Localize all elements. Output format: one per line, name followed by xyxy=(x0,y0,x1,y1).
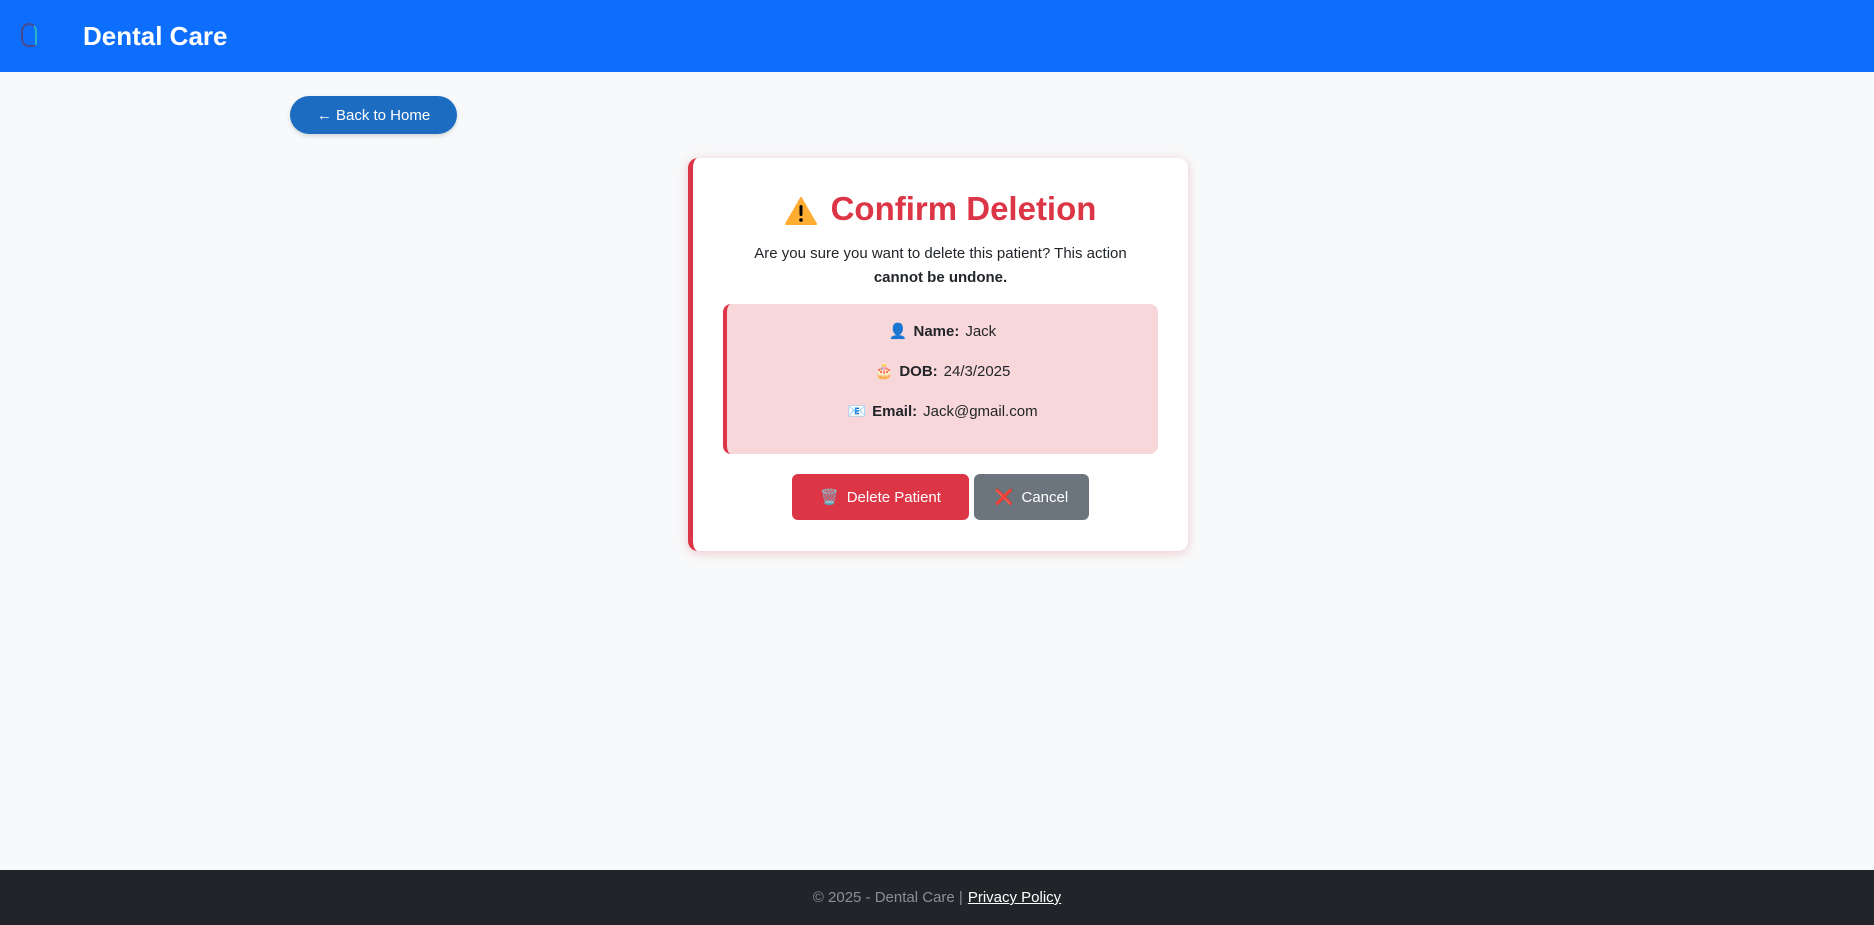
action-buttons: 🗑️ Delete Patient ❌ Cancel xyxy=(693,474,1188,520)
message-text: Are you sure you want to delete this pat… xyxy=(754,245,1127,262)
dialog-message: Are you sure you want to delete this pat… xyxy=(693,242,1188,290)
warning-icon xyxy=(784,195,817,225)
dob-value: 24/3/2025 xyxy=(943,363,1011,380)
patient-info-box: 👤 Name: Jack 🎂 DOB: 24/3/2025 📧 Email: Jack@gm… xyxy=(723,304,1158,454)
close-icon: ❌ xyxy=(994,489,1014,506)
brand-title[interactable]: Dental Care xyxy=(83,21,228,52)
footer: © 2025 - Dental Care | Privacy Policy xyxy=(0,870,1874,925)
delete-patient-button[interactable]: 🗑️ Delete Patient xyxy=(792,474,969,520)
delete-label: Delete Patient xyxy=(846,488,941,506)
patient-email-row: 📧 Email: Jack@gmail.com xyxy=(727,400,1158,440)
email-label: Email: xyxy=(872,403,918,420)
dialog-title-text: Confirm Deletion xyxy=(830,190,1097,227)
name-value: Jack xyxy=(965,323,997,340)
copyright-text: © 2025 - Dental Care | xyxy=(812,889,963,906)
patient-dob-row: 🎂 DOB: 24/3/2025 xyxy=(727,360,1158,400)
cancel-label: Cancel xyxy=(1021,488,1069,506)
navbar: Dental Care xyxy=(0,0,1874,72)
cancel-button[interactable]: ❌ Cancel xyxy=(974,474,1089,520)
message-bold: cannot be undone. xyxy=(873,269,1008,286)
person-icon: 👤 xyxy=(888,323,908,340)
dob-label: DOB: xyxy=(899,363,938,380)
tooth-icon xyxy=(21,23,37,47)
patient-name-row: 👤 Name: Jack xyxy=(727,320,1158,360)
back-to-home-button[interactable]: ← Back to Home xyxy=(290,96,457,134)
confirm-deletion-card: Confirm Deletion Are you sure you want t… xyxy=(688,158,1188,551)
cake-icon: 🎂 xyxy=(874,363,894,380)
email-value: Jack@gmail.com xyxy=(923,403,1038,420)
logo[interactable] xyxy=(19,23,55,49)
dialog-title: Confirm Deletion xyxy=(693,190,1188,228)
name-label: Name: xyxy=(913,323,960,340)
email-icon: 📧 xyxy=(847,403,867,420)
trash-icon: 🗑️ xyxy=(820,489,839,506)
privacy-policy-link[interactable]: Privacy Policy xyxy=(968,889,1061,906)
